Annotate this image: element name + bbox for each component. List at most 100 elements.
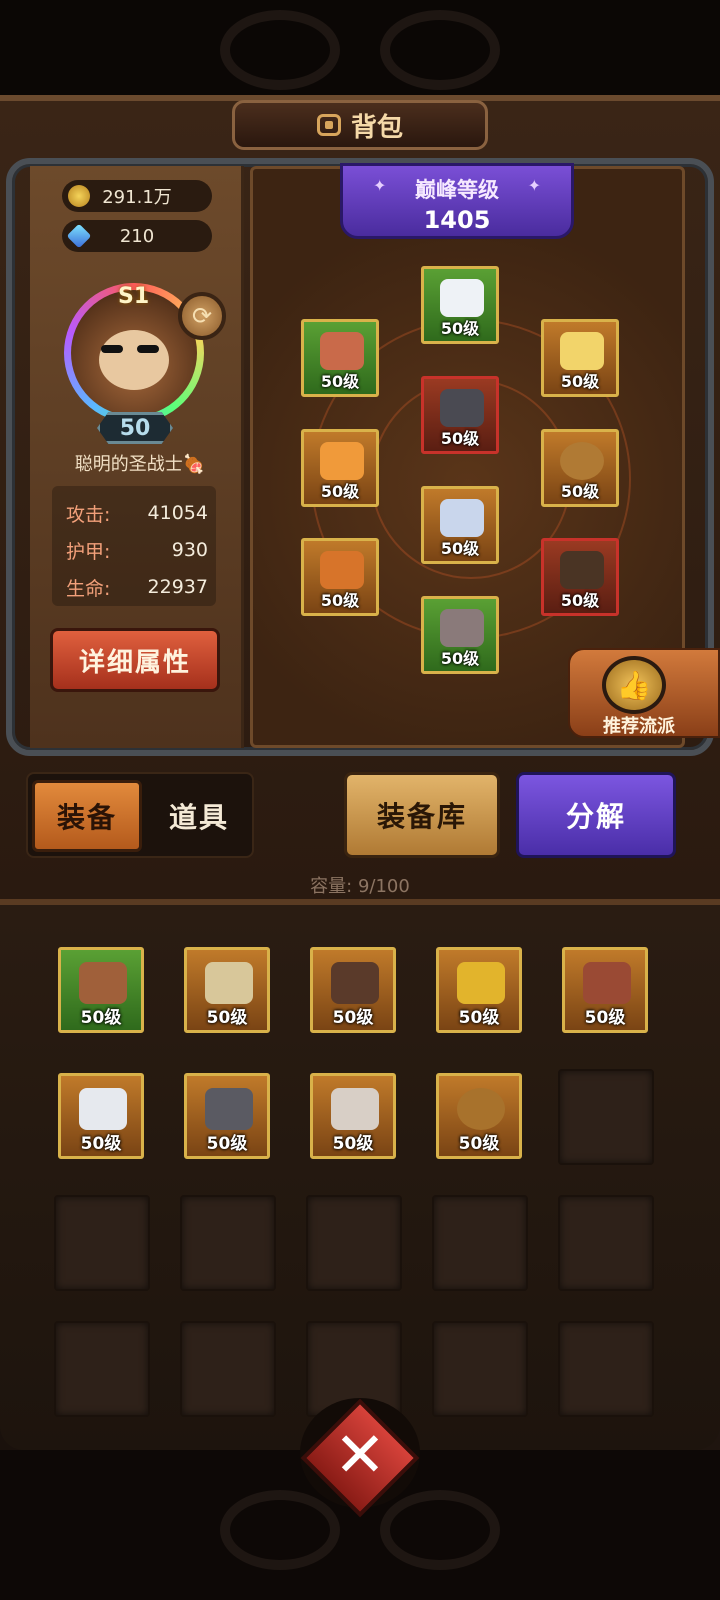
- equipment-storage-button[interactable]: 装备库: [344, 772, 500, 858]
- recommend-label: 推荐流派: [603, 716, 675, 737]
- gold-coin-icon: [68, 185, 90, 207]
- equip-slot-chest[interactable]: 50级: [421, 376, 499, 454]
- empty-slot[interactable]: [432, 1321, 528, 1417]
- peak-level-value: 1405: [423, 206, 491, 234]
- equip-slot-wings[interactable]: 50级: [541, 319, 619, 397]
- tab-items[interactable]: 道具: [144, 780, 254, 852]
- item-level: 50级: [206, 1134, 248, 1154]
- detail-attributes-button[interactable]: 详细属性: [50, 628, 220, 692]
- item-level: 50级: [320, 482, 360, 501]
- refresh-icon: ⟳: [191, 302, 213, 330]
- equip-slot-ring[interactable]: 50级: [541, 429, 619, 507]
- wings-icon: [457, 962, 505, 1004]
- empty-slot[interactable]: [558, 1321, 654, 1417]
- equip-slot-boots[interactable]: 50级: [421, 596, 499, 674]
- hero-level-badge: 50: [97, 412, 173, 444]
- crossbow-icon: [320, 551, 364, 589]
- bear-eye: [101, 345, 123, 353]
- item-level: 50级: [332, 1008, 374, 1028]
- recommend-build-button[interactable]: 👍 推荐流派: [568, 648, 720, 738]
- gauntlet-icon: [583, 962, 631, 1004]
- pants-icon: [440, 499, 484, 537]
- item-level: 50级: [320, 372, 360, 391]
- stat-label: 攻击:: [66, 503, 111, 526]
- inventory-item[interactable]: 50级: [58, 947, 144, 1033]
- hero-name: 聪明的圣战士🍖: [50, 450, 230, 476]
- inventory-item[interactable]: 50级: [310, 947, 396, 1033]
- item-level: 50级: [584, 1008, 626, 1028]
- title-plate: 背包: [232, 100, 488, 150]
- equip-slot-gloves[interactable]: 50级: [301, 429, 379, 507]
- item-level: 50级: [560, 591, 600, 610]
- stat-label: 生命:: [66, 577, 111, 600]
- tab-equipment[interactable]: 装备: [32, 780, 142, 852]
- backpack-icon: [316, 114, 341, 136]
- gold-value: 291.1万: [102, 187, 172, 208]
- empty-slot[interactable]: [432, 1195, 528, 1291]
- gold-counter: 291.1万: [62, 180, 212, 212]
- ornament: [220, 1490, 340, 1570]
- quiver-icon: [560, 551, 604, 589]
- equip-slot-helmet[interactable]: 50级: [421, 266, 499, 344]
- equip-slot-shoulder[interactable]: 50级: [301, 319, 379, 397]
- close-icon[interactable]: ✕: [318, 1412, 402, 1496]
- item-level: 50级: [458, 1134, 500, 1154]
- top-decoration: [0, 0, 720, 100]
- inventory-tabs: 装备 道具: [26, 772, 254, 858]
- inventory-item[interactable]: 50级: [436, 947, 522, 1033]
- empty-slot[interactable]: [558, 1195, 654, 1291]
- empty-slot[interactable]: [180, 1321, 276, 1417]
- ornament: [380, 10, 500, 90]
- chest-armor-icon: [440, 389, 484, 427]
- stat-value: 41054: [147, 502, 208, 524]
- item-level: 50级: [458, 1008, 500, 1028]
- helmet-icon: [440, 279, 484, 317]
- equip-slot-quiver[interactable]: 50级: [541, 538, 619, 616]
- bear-eye: [137, 345, 159, 353]
- empty-slot[interactable]: [558, 1069, 654, 1165]
- star-icon: ✦: [527, 176, 541, 195]
- ring-icon: [457, 1088, 505, 1130]
- empty-slot[interactable]: [306, 1195, 402, 1291]
- equip-slot-pants[interactable]: 50级: [421, 486, 499, 564]
- stat-row-health: 生命: 22937: [66, 572, 208, 602]
- stats-panel: 攻击: 41054 护甲: 930 生命: 22937: [52, 486, 216, 606]
- peak-level-banner: ✦ ✦ 巅峰等级 1405: [340, 163, 574, 239]
- item-level: 50级: [560, 482, 600, 501]
- empty-slot[interactable]: [180, 1195, 276, 1291]
- inventory-item[interactable]: 50级: [562, 947, 648, 1033]
- decompose-button[interactable]: 分解: [516, 772, 676, 858]
- wings-icon: [560, 332, 604, 370]
- inventory-item[interactable]: 50级: [184, 1073, 270, 1159]
- page-title: 背包: [350, 112, 403, 143]
- hero-rank: S1: [118, 284, 150, 309]
- equip-slot-crossbow[interactable]: 50级: [301, 538, 379, 616]
- boots-icon: [440, 609, 484, 647]
- inventory-item[interactable]: 50级: [436, 1073, 522, 1159]
- empty-slot[interactable]: [54, 1195, 150, 1291]
- inventory-grid: 50级 50级 50级 50级 50级 50级 50级 50级 50级: [0, 905, 720, 1450]
- shoulder-armor-icon: [320, 332, 364, 370]
- switch-hero-button[interactable]: ⟳: [178, 292, 226, 340]
- item-level: 50级: [206, 1008, 248, 1028]
- shoulder-armor-icon: [79, 962, 127, 1004]
- gem-value: 210: [119, 225, 155, 247]
- gem-icon: [66, 223, 92, 249]
- gauntlet-icon: [320, 442, 364, 480]
- empty-slot[interactable]: [54, 1321, 150, 1417]
- stat-row-armor: 护甲: 930: [66, 535, 208, 565]
- inventory-item[interactable]: 50级: [184, 947, 270, 1033]
- item-level: 50级: [332, 1134, 374, 1154]
- inventory-item[interactable]: 50级: [58, 1073, 144, 1159]
- stat-row-attack: 攻击: 41054: [66, 498, 208, 528]
- gem-counter: 210: [62, 220, 212, 252]
- ornament: [220, 10, 340, 90]
- inventory-item[interactable]: 50级: [310, 1073, 396, 1159]
- meat-icon: 🍖: [182, 454, 206, 475]
- backpack-screen: 背包 291.1万 210 S1 ⟳ 50 聪明的圣战士🍖 攻击: 41054 …: [0, 0, 720, 1600]
- item-level: 50级: [440, 429, 480, 448]
- capacity-label: 容量: 9/100: [310, 876, 410, 897]
- stat-value: 930: [171, 539, 208, 561]
- item-level: 50级: [560, 372, 600, 391]
- item-level: 50级: [80, 1134, 122, 1154]
